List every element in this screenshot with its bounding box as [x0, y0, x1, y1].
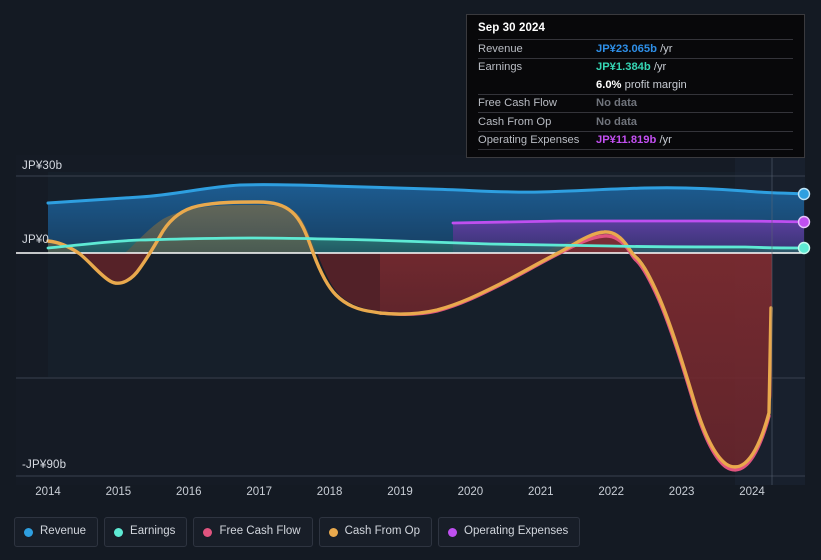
tooltip-rows: Revenue JP¥23.065b /yr Earnings JP¥1.384b /…: [478, 39, 793, 149]
tooltip-row: 6.0% profit margin: [478, 76, 793, 94]
x-axis-tick-2014: 2014: [35, 486, 61, 498]
x-axis-tick-2019: 2019: [387, 486, 413, 498]
x-axis-tick-2017: 2017: [246, 486, 272, 498]
y-axis-label-zero: JP¥0: [22, 234, 50, 246]
tooltip-row-amount: JP¥11.819b: [596, 134, 657, 147]
legend-item-revenue[interactable]: Revenue: [14, 517, 99, 547]
x-axis-tick-2015: 2015: [105, 486, 132, 498]
x-axis-tick-2018: 2018: [316, 486, 343, 498]
tooltip-row-amount: 6.0%: [596, 78, 622, 91]
tooltip-row-unit: profit margin: [621, 78, 687, 91]
tooltip-row-value: 6.0% profit margin: [596, 79, 687, 91]
financial-chart-widget: JP¥30b JP¥0 -JP¥90b 2014 2015 2016 2017 2018…: [0, 0, 821, 560]
legend-color-dot-icon: [203, 527, 213, 537]
legend-item-operating-expenses[interactable]: Operating Expenses: [438, 517, 581, 547]
legend-item-free-cash-flow[interactable]: Free Cash Flow: [193, 517, 313, 547]
tooltip-row-value: JP¥1.384b /yr: [596, 61, 666, 73]
chart-svg: [16, 155, 811, 485]
tooltip-row-unit: /yr: [650, 61, 667, 74]
chart-tooltip: Sep 30 2024 Revenue JP¥23.065b /yr Earning…: [466, 14, 805, 158]
legend-item-label: Operating Expenses: [464, 525, 569, 538]
chart-plot-area[interactable]: [0, 155, 821, 485]
tooltip-row-unit: /yr: [656, 42, 673, 55]
legend-item-label: Earnings: [130, 525, 176, 538]
legend-color-dot-icon: [328, 527, 338, 537]
x-axis-tick-2023: 2023: [668, 486, 695, 498]
legend-item-label: Revenue: [40, 525, 87, 538]
y-axis-label-top: JP¥30b: [22, 160, 63, 172]
legend-item-label: Cash From Op: [344, 525, 421, 538]
tooltip-row-label: Earnings: [478, 61, 523, 74]
tooltip-row: Revenue JP¥23.065b /yr: [478, 39, 793, 58]
legend-color-dot-icon: [24, 527, 33, 537]
tooltip-row-label: Revenue: [478, 42, 523, 55]
legend-item-earnings[interactable]: Earnings: [104, 517, 188, 547]
chart-legend[interactable]: Revenue Earnings Free Cash Flow Cash From O…: [14, 517, 581, 547]
tooltip-row-label: Free Cash Flow: [478, 97, 557, 110]
tooltip-date: Sep 30 2024: [478, 22, 545, 34]
tooltip-row: Earnings JP¥1.384b /yr: [478, 57, 793, 77]
x-axis: 2014 2015 2016 2017 2018 2019 2020 2021 2022 2023…: [0, 486, 821, 506]
tooltip-row: Free Cash Flow No data: [478, 93, 793, 113]
x-axis-tick-2022: 2022: [598, 486, 624, 498]
x-axis-tick-2021: 2021: [528, 486, 554, 498]
legend-color-dot-icon: [114, 527, 124, 537]
tooltip-row-amount: JP¥23.065b: [596, 42, 657, 55]
tooltip-row-value: No data: [596, 116, 637, 128]
tooltip-row: Operating Expenses JP¥11.819b /yr: [478, 130, 793, 150]
tooltip-row-amount: No data: [596, 115, 638, 128]
x-axis-tick-2024: 2024: [739, 486, 765, 498]
y-axis-label-bottom: -JP¥90b: [22, 459, 67, 471]
endpoint-marker-revenue: [797, 187, 811, 201]
tooltip-row-value: No data: [596, 97, 637, 109]
x-axis-tick-2020: 2020: [457, 486, 484, 498]
tooltip-row-label: Cash From Op: [478, 115, 552, 128]
legend-item-cash-from-op[interactable]: Cash From Op: [318, 517, 433, 547]
legend-color-dot-icon: [448, 527, 458, 537]
tooltip-row-label: Operating Expenses: [478, 134, 580, 147]
x-axis-tick-2016: 2016: [176, 486, 202, 498]
tooltip-row: Cash From Op No data: [478, 112, 793, 131]
tooltip-row-value: JP¥23.065b /yr: [596, 43, 673, 55]
legend-item-label: Free Cash Flow: [219, 525, 301, 538]
endpoint-marker-earnings: [797, 241, 811, 255]
tooltip-footer-rule: [478, 149, 793, 152]
endpoint-marker-operating-expenses: [797, 215, 811, 229]
tooltip-row-value: JP¥11.819b /yr: [596, 134, 672, 146]
tooltip-row-unit: /yr: [656, 134, 672, 147]
tooltip-row-amount: No data: [596, 97, 638, 110]
tooltip-row-amount: JP¥1.384b: [596, 61, 651, 74]
